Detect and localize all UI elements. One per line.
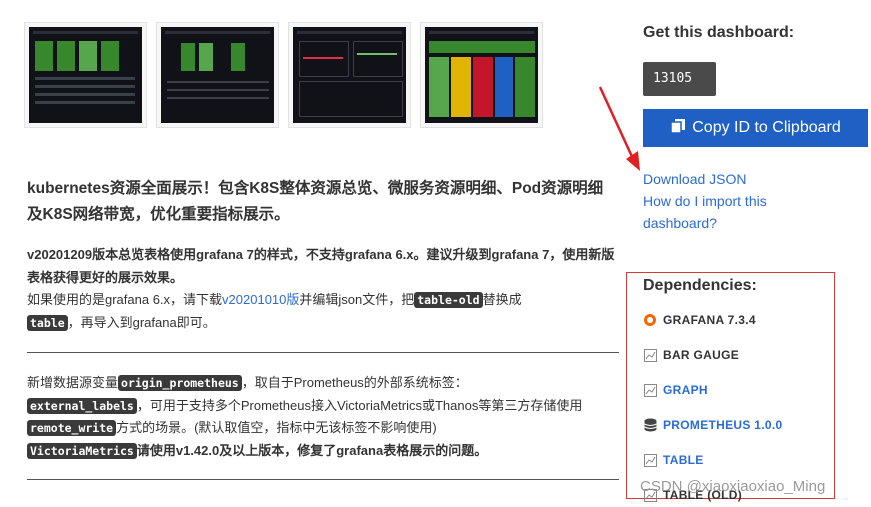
dependency-prometheus[interactable]: PROMETHEUS 1.0.0 bbox=[643, 418, 783, 432]
code-remote-write: remote_write bbox=[27, 420, 117, 436]
copy-icon bbox=[670, 118, 686, 139]
divider bbox=[27, 352, 619, 353]
version-note: v20201209版本总览表格使用grafana 7的样式，不支持grafana… bbox=[27, 244, 617, 334]
code-external-labels: external_labels bbox=[27, 397, 137, 414]
dependency-label: TABLE bbox=[663, 453, 704, 467]
ds-mid1: ，取自于Prometheus的外部系统标签： bbox=[241, 375, 468, 390]
get-dashboard-title: Get this dashboard: bbox=[643, 24, 795, 41]
version-note-text: v20201209版本总览表格使用grafana 7的样式，不支持grafana… bbox=[27, 247, 615, 285]
import-help-line1: How do I import this bbox=[643, 193, 767, 209]
dependency-bar-gauge: BAR GAUGE bbox=[643, 348, 739, 362]
dependency-label: PROMETHEUS 1.0.0 bbox=[663, 418, 783, 432]
dashboard-thumbnail-1[interactable] bbox=[24, 22, 147, 128]
dashboard-description-headline: kubernetes资源全面展示！包含K8S整体资源总览、微服务资源明细、Pod… bbox=[27, 180, 604, 223]
code-table: table bbox=[27, 314, 68, 331]
divider bbox=[27, 479, 619, 480]
screenshot-gallery bbox=[24, 22, 543, 128]
code-origin-prometheus: origin_prometheus bbox=[118, 375, 242, 391]
dependency-grafana: GRAFANA 7.3.4 bbox=[643, 313, 756, 327]
dependency-graph[interactable]: GRAPH bbox=[643, 383, 708, 397]
panel-icon bbox=[643, 453, 657, 467]
copy-id-button[interactable]: Copy ID to Clipboard bbox=[643, 109, 868, 147]
dashboard-thumbnail-3[interactable] bbox=[288, 22, 411, 128]
copy-id-label: Copy ID to Clipboard bbox=[692, 119, 841, 136]
code-table-old: table-old bbox=[414, 292, 483, 308]
ds-mid2: ，可用于支持多个Prometheus接入VictoriaMetrics或Than… bbox=[136, 397, 583, 413]
old-version-mid2: 替换成 bbox=[482, 292, 522, 307]
dependency-label: GRAFANA 7.3.4 bbox=[663, 313, 756, 327]
panel-icon bbox=[643, 348, 657, 362]
ds-suffix: 请使用v1.42.0及以上版本，修复了grafana表格展示的问题。 bbox=[136, 442, 488, 458]
download-json-link[interactable]: Download JSON bbox=[643, 168, 747, 190]
dependency-table[interactable]: TABLE bbox=[643, 453, 704, 467]
old-version-suffix: ，再导入到grafana即可。 bbox=[67, 314, 216, 330]
code-victoriametrics: VictoriaMetrics bbox=[27, 442, 137, 459]
annotation-arrow-icon bbox=[598, 86, 640, 171]
datasource-note: 新增数据源变量 origin_prometheus ，取自于Prometheus的外… bbox=[27, 372, 617, 462]
ds-mid3: 方式的场景。(默认取值空，指标中无该标签不影响使用) bbox=[116, 420, 437, 435]
grafana-icon bbox=[643, 313, 657, 327]
import-help-link[interactable]: How do I import this dashboard? bbox=[643, 190, 767, 234]
dashboard-id-field[interactable]: 13105 bbox=[643, 62, 716, 96]
dependencies-title: Dependencies: bbox=[643, 277, 757, 294]
csdn-watermark: CSDN @xiaoxiaoxiao_Ming bbox=[640, 478, 826, 495]
database-icon bbox=[643, 418, 657, 432]
dashboard-thumbnail-2[interactable] bbox=[156, 22, 279, 128]
old-version-mid: 并编辑json文件，把 bbox=[299, 292, 415, 307]
old-version-link[interactable]: v20201010版 bbox=[222, 292, 299, 307]
ds-prefix: 新增数据源变量 bbox=[27, 375, 119, 390]
dashboard-thumbnail-4[interactable] bbox=[420, 22, 543, 128]
panel-icon bbox=[643, 383, 657, 397]
dependency-label: GRAPH bbox=[663, 383, 708, 397]
import-help-line2: dashboard? bbox=[643, 215, 717, 231]
old-version-prefix: 如果使用的是grafana 6.x，请下载 bbox=[27, 292, 223, 307]
dependency-label: BAR GAUGE bbox=[663, 348, 740, 362]
